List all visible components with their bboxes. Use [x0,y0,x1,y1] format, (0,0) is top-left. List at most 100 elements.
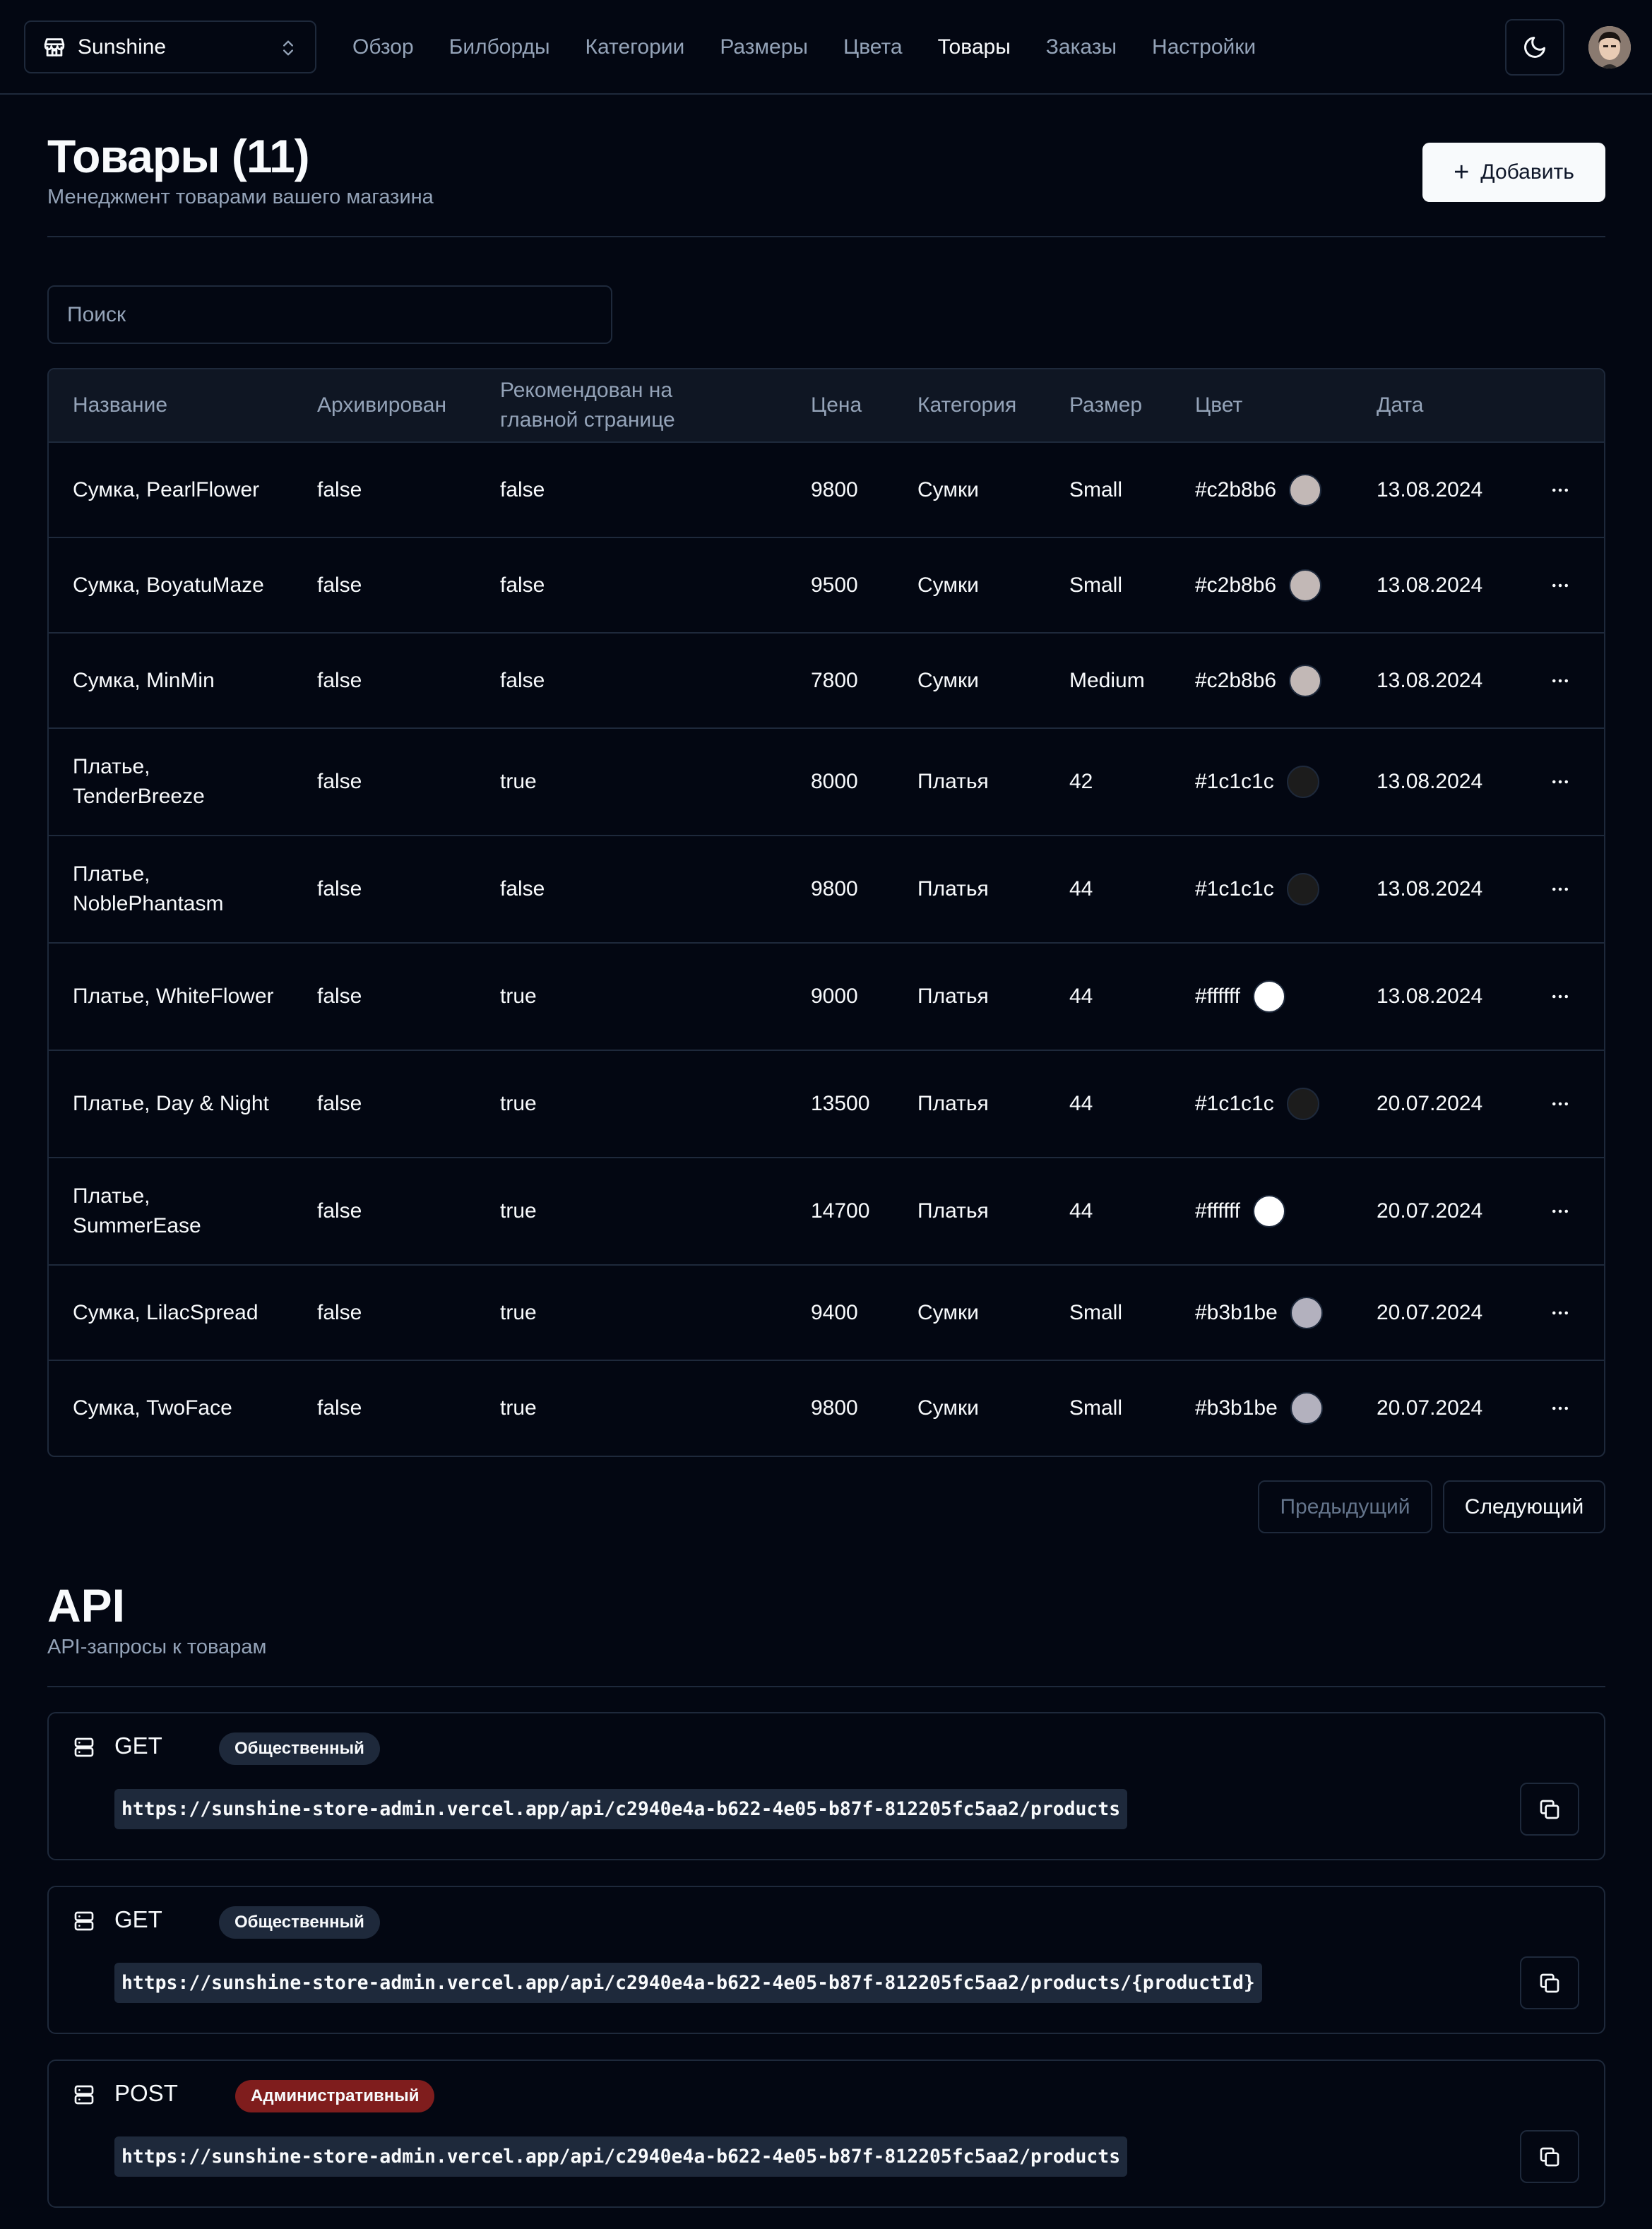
color-swatch [1290,1392,1323,1425]
cell-size-text: Small [1069,573,1123,597]
cell-size: Small [1045,1265,1171,1360]
row-actions-button[interactable] [1546,1299,1574,1327]
cell-date: 20.07.2024 [1377,1092,1483,1115]
cell-price: 8000 [787,728,893,836]
nav-categories[interactable]: Категории [586,35,685,59]
more-horizontal-icon [1552,1311,1568,1314]
nav-billboards[interactable]: Билборды [449,35,550,59]
cell-name-text: Сумка, TwoFace [73,1396,232,1420]
api-url: https://sunshine-store-admin.vercel.app/… [114,2136,1128,2177]
store-icon [44,37,65,57]
api-section-subtitle: API-запросы к товарам [47,1636,267,1658]
nav-overview[interactable]: Обзор [352,35,414,59]
more-horizontal-icon [1552,994,1568,999]
column-header-category: Категория [917,393,1017,417]
row-actions-button[interactable] [1546,1090,1574,1118]
cell-price-text: 9800 [811,1396,858,1420]
cell-color: #c2b8b6 [1171,442,1353,537]
cell-featured-text: true [500,1396,537,1420]
copy-icon [1540,1973,1559,1992]
user-avatar[interactable] [1588,26,1631,69]
cell-featured: true [476,1158,787,1265]
add-product-button[interactable]: + Добавить [1422,143,1605,202]
next-page-button[interactable]: Следующий [1443,1480,1605,1533]
cell-featured-text: false [500,477,545,501]
row-actions-button[interactable] [1546,768,1574,796]
copy-url-button[interactable] [1520,1956,1579,2009]
cell-price: 9500 [787,537,893,633]
nav-settings[interactable]: Настройки [1152,35,1256,59]
color-value: #b3b1be [1195,1392,1353,1425]
copy-url-button[interactable] [1520,1783,1579,1836]
cell-size-text: Small [1069,477,1123,501]
cell-featured: false [476,442,787,537]
table-row: Сумка, TwoFace false true 9800 Сумки Small #b3… [49,1360,1604,1456]
cell-category: Платья [893,1158,1045,1265]
cell-size-text: 44 [1069,877,1093,900]
cell-category: Платья [893,1050,1045,1158]
cell-actions [1522,1360,1604,1456]
cell-actions [1522,728,1604,836]
theme-toggle-button[interactable] [1505,19,1564,76]
cell-featured-text: true [500,1300,537,1324]
featured-header-text: Рекомендован на главной странице [500,379,675,432]
nav-colors[interactable]: Цвета [843,35,903,59]
cell-price-text: 14700 [811,1199,870,1223]
cell-size-text: Medium [1069,668,1145,692]
cell-category: Сумки [893,537,1045,633]
cell-name: Платье, Day & Night [49,1050,293,1158]
cell-size: 44 [1045,1050,1171,1158]
column-header-size: Размер [1069,393,1143,417]
nav-sizes[interactable]: Размеры [720,35,808,59]
cell-name-text: Сумка, BoyatuMaze [73,573,264,597]
cell-archived: false [293,633,476,728]
cell-archived: false [293,442,476,537]
row-actions-button[interactable] [1546,1394,1574,1422]
row-actions-button[interactable] [1546,476,1574,504]
copy-icon [1540,2147,1559,2166]
cell-size: Small [1045,1360,1171,1456]
row-actions-button[interactable] [1546,571,1574,600]
previous-page-button[interactable]: Предыдущий [1258,1480,1432,1533]
products-table: Название Архивирован Рекомендован на гла… [47,368,1605,1457]
cell-date: 20.07.2024 [1377,1396,1483,1420]
store-switcher[interactable]: Sunshine [24,20,316,73]
color-hex-text: #c2b8b6 [1195,573,1277,597]
nav-orders[interactable]: Заказы [1046,35,1117,59]
cell-archived-text: false [317,1199,362,1223]
cell-name: Платье, TenderBreeze [49,728,293,836]
cell-archived-text: false [317,573,362,597]
copy-url-button[interactable] [1520,2130,1579,2183]
plus-icon: + [1454,157,1470,187]
row-actions-button[interactable] [1546,1197,1574,1225]
nav-products[interactable]: Товары [938,35,1011,59]
table-row: Сумка, PearlFlower false false 9800 Сумки Sma… [49,442,1604,537]
cell-price: 9400 [787,1265,893,1360]
row-actions-button[interactable] [1546,982,1574,1011]
color-hex-text: #c2b8b6 [1195,668,1277,692]
color-hex-text: #1c1c1c [1195,1092,1274,1115]
cell-color: #1c1c1c [1171,1050,1353,1158]
color-swatch [1290,1296,1323,1329]
more-horizontal-icon [1552,1209,1568,1213]
cell-archived-text: false [317,1300,362,1324]
cell-date: 13.08.2024 [1377,573,1483,597]
cell-archived-text: false [317,770,362,793]
api-route-card: GET Общественный https://sunshine-store-ad… [47,1712,1605,1860]
cell-actions [1522,442,1604,537]
cell-name: Сумка, MinMin [49,633,293,728]
color-value: #c2b8b6 [1195,569,1353,602]
row-actions-button[interactable] [1546,875,1574,903]
add-button-label: Добавить [1480,160,1574,184]
row-actions-button[interactable] [1546,667,1574,695]
cell-name: Платье, WhiteFlower [49,943,293,1050]
cell-name: Платье, NoblePhantasm [49,836,293,943]
color-value: #ffffff [1195,1195,1353,1228]
cell-color: #c2b8b6 [1171,537,1353,633]
cell-featured: true [476,728,787,836]
cell-name-text: Платье, WhiteFlower [73,985,274,1008]
cell-price-text: 9500 [811,573,858,597]
search-input[interactable] [47,285,612,344]
cell-size: Small [1045,442,1171,537]
cell-featured: true [476,1050,787,1158]
